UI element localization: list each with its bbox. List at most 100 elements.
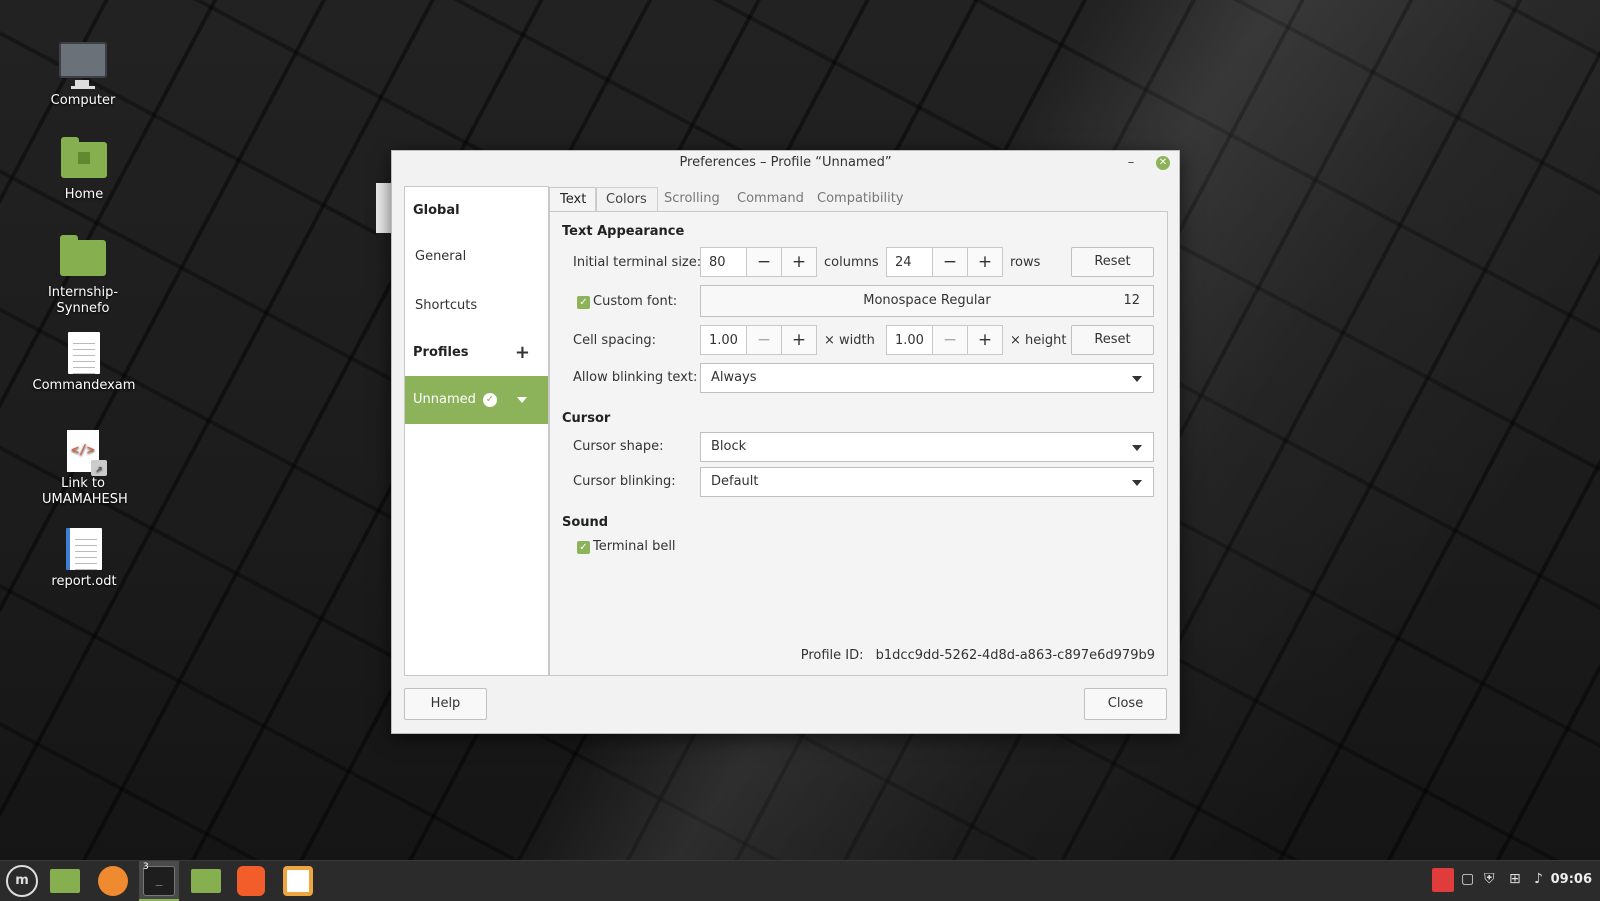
desktop: Computer Home Internship-Synnefo Command… [0, 0, 1600, 860]
reset-spacing-button[interactable]: Reset [1071, 325, 1154, 355]
section-title-text-appearance: Text Appearance [562, 224, 685, 239]
font-chooser-button[interactable]: Monospace Regular 12 [700, 285, 1154, 317]
sidebar-item-profile-unnamed[interactable]: Unnamed ✓ [405, 376, 548, 424]
tab-colors[interactable]: Colors [595, 187, 658, 212]
columns-increase-button[interactable]: + [781, 247, 817, 277]
rows-unit-label: rows [1010, 255, 1041, 270]
text-document-icon [29, 332, 139, 374]
files-icon[interactable] [191, 869, 221, 893]
computer-icon [28, 42, 138, 89]
preferences-dialog: Preferences – Profile “Unnamed” – ✕ Glob… [391, 150, 1180, 734]
tab-text[interactable]: Text [549, 187, 598, 213]
cell-height-decrease-button[interactable]: − [932, 325, 968, 355]
cursor-shape-label: Cursor shape: [573, 439, 664, 454]
blinking-text-select[interactable]: Always [700, 363, 1154, 393]
font-size: 12 [1123, 293, 1140, 308]
chevron-down-icon [1132, 376, 1142, 382]
cursor-blinking-label: Cursor blinking: [573, 474, 676, 489]
desktop-icon-link-umamahesh[interactable]: </> ↗ Link to UMAMAHESH [28, 430, 138, 508]
section-title-cursor: Cursor [562, 411, 611, 426]
profile-id-value: b1dcc9dd-5262-4d8d-a863-c897e6d979b9 [875, 648, 1155, 663]
columns-decrease-button[interactable]: − [746, 247, 782, 277]
sidebar-item-shortcuts[interactable]: Shortcuts [405, 282, 548, 330]
cell-width-decrease-button[interactable]: − [746, 325, 782, 355]
columns-input[interactable]: 80 [700, 247, 747, 277]
initial-size-label: Initial terminal size: [573, 255, 702, 270]
shield-icon[interactable]: ⛨ [1484, 871, 1495, 887]
blinking-text-label: Allow blinking text: [573, 370, 698, 385]
cell-spacing-label: Cell spacing: [573, 333, 657, 348]
sidebar-item-general[interactable]: General [405, 233, 548, 281]
font-name: Monospace Regular [863, 293, 991, 308]
sidebar-header-profiles: Profiles + [405, 329, 548, 377]
show-desktop-icon[interactable] [50, 869, 80, 893]
update-manager-icon[interactable] [1432, 868, 1454, 892]
sidebar-header-global: Global [413, 203, 460, 218]
desktop-icon-home[interactable]: Home [29, 137, 139, 203]
profile-menu-arrow-icon[interactable] [517, 397, 527, 403]
clock[interactable]: 09:06 [1551, 872, 1592, 887]
custom-font-checkbox[interactable]: ✓ [577, 296, 590, 309]
profile-id: Profile ID: b1dcc9dd-5262-4d8d-a863-c897… [801, 648, 1155, 663]
cell-height-input[interactable]: 1.00 [886, 325, 933, 355]
profiles-header-label: Profiles [413, 345, 469, 360]
close-button[interactable]: Close [1084, 688, 1167, 720]
custom-font-label: Custom font: [593, 294, 678, 309]
home-folder-icon [29, 137, 139, 178]
virtualbox-icon[interactable] [283, 866, 313, 896]
profile-id-label: Profile ID: [800, 648, 864, 663]
reset-size-button[interactable]: Reset [1071, 247, 1154, 277]
firefox-icon[interactable] [98, 866, 128, 896]
terminal-bell-checkbox[interactable]: ✓ [577, 541, 590, 554]
close-window-button[interactable]: ✕ [1156, 156, 1170, 170]
desktop-icon-commandexam[interactable]: Commandexam [29, 332, 139, 394]
writer-document-icon [29, 528, 139, 570]
volume-icon[interactable]: ♪ [1534, 871, 1543, 887]
text-tab-panel: Text Appearance Initial terminal size: 8… [549, 211, 1168, 676]
desktop-icon-label: Link to UMAMAHESH [42, 476, 128, 507]
desktop-icon-label: Computer [50, 93, 116, 108]
rows-decrease-button[interactable]: − [932, 247, 968, 277]
dialog-titlebar[interactable]: Preferences – Profile “Unnamed” – ✕ [392, 151, 1179, 175]
cursor-blinking-select[interactable]: Default [700, 467, 1154, 497]
cell-height-increase-button[interactable]: + [967, 325, 1003, 355]
chevron-down-icon [1132, 480, 1142, 486]
tab-compatibility[interactable]: Compatibility [807, 187, 914, 211]
cell-height-unit-label: × height [1010, 333, 1067, 348]
chevron-down-icon [1132, 445, 1142, 451]
terminal-taskbar-active[interactable]: _ 3 [139, 861, 179, 901]
mint-menu-icon[interactable]: m [6, 865, 38, 897]
desktop-icon-label: report.odt [51, 574, 117, 589]
minimize-button[interactable]: – [1123, 151, 1139, 175]
terminal-window-count: 3 [143, 862, 149, 872]
desktop-icon-label: Commandexam [32, 378, 136, 393]
add-profile-button[interactable]: + [515, 329, 530, 377]
html-file-link-icon: </> ↗ [28, 430, 138, 476]
cell-width-increase-button[interactable]: + [781, 325, 817, 355]
terminal-bell-label: Terminal bell [593, 539, 676, 554]
default-profile-check-icon: ✓ [483, 393, 497, 407]
rows-input[interactable]: 24 [886, 247, 933, 277]
notification-icon[interactable]: ▢ [1461, 871, 1474, 887]
cursor-shape-value: Block [711, 439, 747, 454]
cursor-shape-select[interactable]: Block [700, 432, 1154, 462]
dialog-title: Preferences – Profile “Unnamed” [679, 155, 892, 170]
desktop-icon-computer[interactable]: Computer [28, 42, 138, 109]
desktop-icon-label: Home [64, 187, 104, 202]
help-button[interactable]: Help [404, 688, 487, 720]
desktop-icon-report-odt[interactable]: report.odt [29, 528, 139, 590]
cell-width-input[interactable]: 1.00 [700, 325, 747, 355]
taskbar: m _ 3 ▢ ⛨ ⊞ ♪ 09:06 [0, 860, 1600, 901]
folder-icon [28, 235, 138, 276]
desktop-icon-label: Internship-Synnefo [47, 285, 119, 316]
network-icon[interactable]: ⊞ [1509, 871, 1521, 887]
tab-command[interactable]: Command [727, 187, 814, 211]
columns-unit-label: columns [824, 255, 879, 270]
desktop-icon-internship-synnefo[interactable]: Internship-Synnefo [28, 235, 138, 317]
brave-browser-icon[interactable] [237, 866, 265, 896]
tab-scrolling[interactable]: Scrolling [654, 187, 730, 211]
section-title-sound: Sound [562, 515, 609, 530]
blinking-text-value: Always [711, 370, 757, 385]
cursor-blinking-value: Default [711, 474, 759, 489]
rows-increase-button[interactable]: + [967, 247, 1003, 277]
